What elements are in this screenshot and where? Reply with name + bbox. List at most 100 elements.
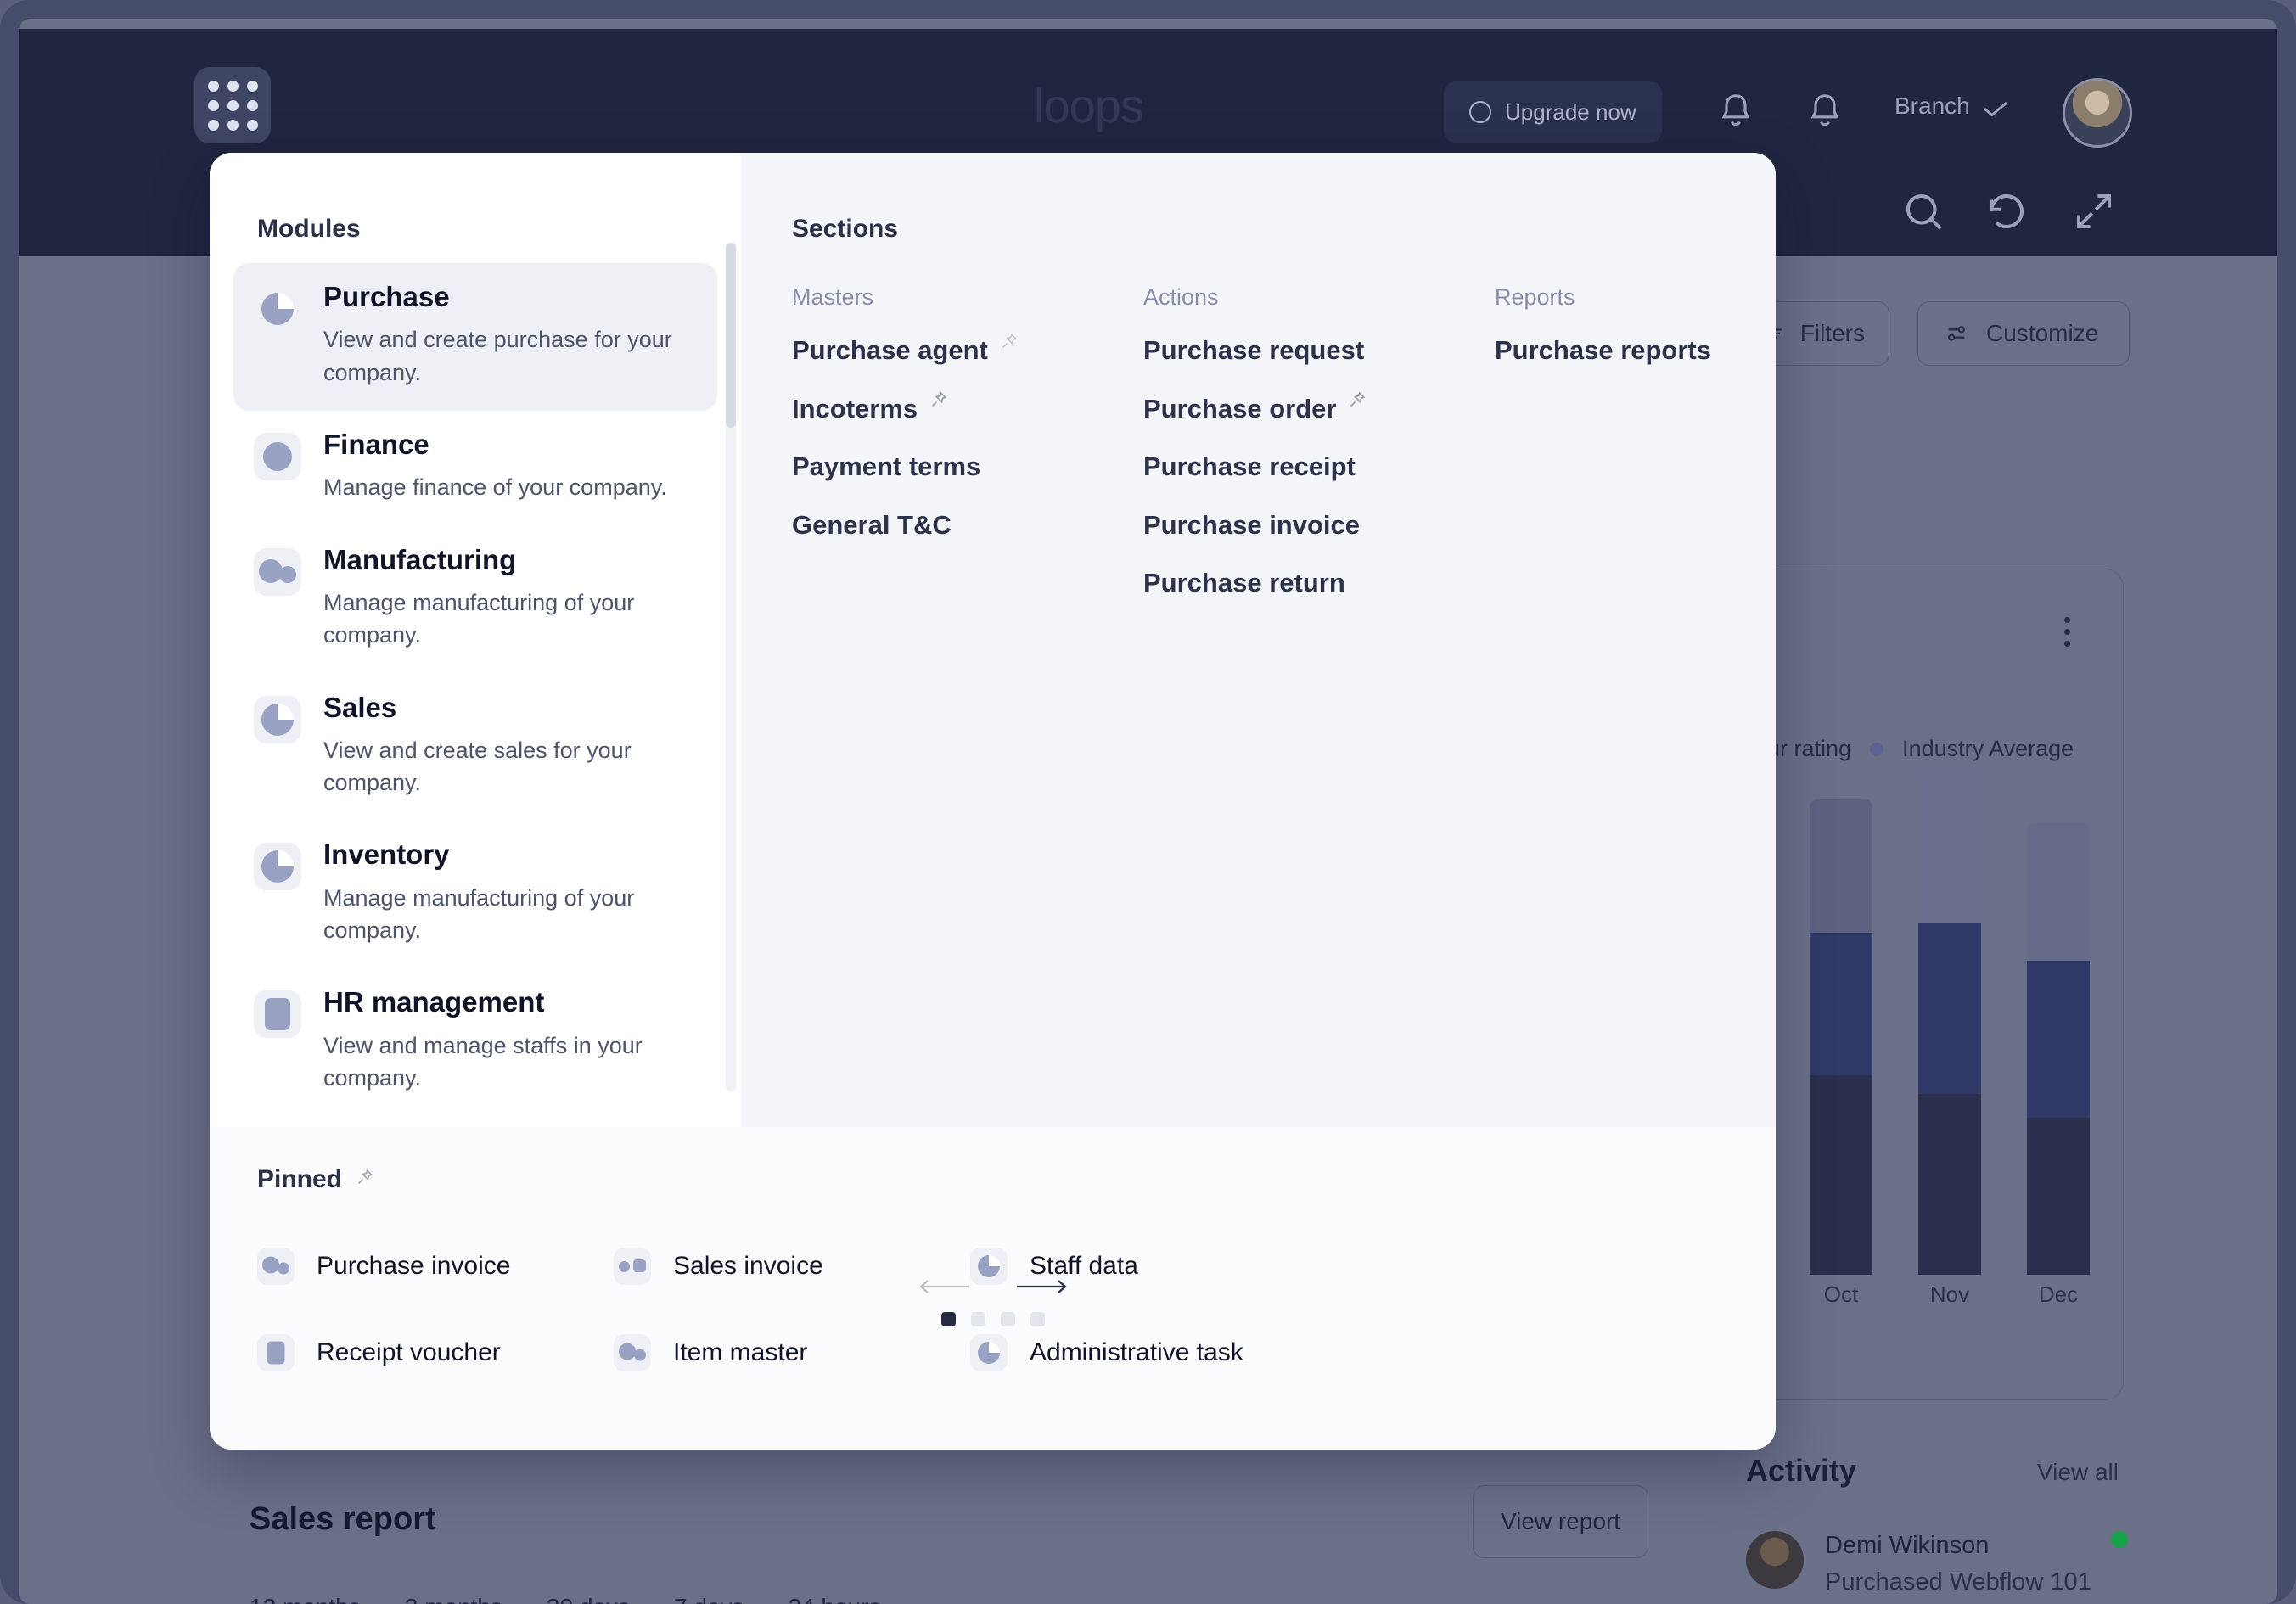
bar-column — [2027, 823, 2090, 1275]
app-screen: loops Upgrade now Branch Filters Customi… — [19, 19, 2277, 1604]
pager-arrows — [918, 1276, 1068, 1298]
module-item-sales[interactable]: Sales View and create sales for your comp… — [233, 674, 717, 822]
module-item-purchase[interactable]: Purchase View and create purchase for you… — [233, 263, 717, 411]
sales-report-title: Sales report — [250, 1501, 436, 1537]
expand-icon[interactable] — [2071, 188, 2117, 234]
arrow-left-icon[interactable] — [918, 1276, 971, 1298]
bar-label: Dec — [2038, 1282, 2079, 1307]
pinned-item-item-master[interactable]: Item master — [600, 1315, 957, 1390]
sections-column-masters: Masters Purchase agent Incoterms Payment te… — [792, 284, 1131, 569]
pie-icon — [970, 1334, 1008, 1371]
app-logo: loops — [1034, 79, 1144, 132]
module-name: Sales — [323, 691, 397, 723]
section-item-label: Purchase return — [1143, 568, 1345, 598]
customize-button[interactable]: Customize — [1917, 301, 2130, 366]
section-item-general-t-c[interactable]: General T&C — [792, 509, 1131, 540]
section-item-purchase-reports[interactable]: Purchase reports — [1495, 335, 1775, 365]
module-description: View and create purchase for your compan… — [323, 327, 672, 385]
range-tab-24-hours[interactable]: 24 hours — [789, 1594, 881, 1604]
pie-icon — [261, 293, 294, 325]
circle-icon — [263, 441, 292, 471]
circle-icon — [1469, 101, 1491, 123]
dotsquare-icon — [619, 1257, 646, 1276]
module-item-hr-management[interactable]: HR management View and manage staffs in y… — [233, 968, 717, 1116]
sections-title: Sections — [792, 215, 899, 243]
circle-icon — [254, 432, 301, 480]
pinned-item-purchase-invoice[interactable]: Purchase invoice — [244, 1229, 600, 1304]
modules-scrollbar[interactable] — [726, 243, 736, 1091]
bar-segment — [1810, 932, 1872, 1075]
section-item-purchase-order[interactable]: Purchase order — [1143, 391, 1483, 423]
pinned-item-label: Sales invoice — [673, 1252, 823, 1280]
pie-icon — [978, 1342, 1000, 1364]
pager-dot[interactable] — [1000, 1312, 1015, 1326]
pager-dot[interactable] — [1030, 1312, 1045, 1326]
pin-icon[interactable] — [1348, 390, 1367, 409]
module-item-finance[interactable]: Finance Manage finance of your company. — [233, 411, 717, 526]
pinned-item-label: Purchase invoice — [317, 1252, 511, 1280]
section-item-purchase-request[interactable]: Purchase request — [1143, 336, 1483, 365]
pie-icon — [254, 285, 301, 333]
section-item-payment-terms[interactable]: Payment terms — [792, 453, 1131, 481]
module-item-manufacturing[interactable]: Manufacturing Manage manufacturing of you… — [233, 526, 717, 674]
section-item-label: Purchase invoice — [1143, 509, 1361, 540]
module-item-inventory[interactable]: Inventory Manage manufacturing of your co… — [233, 821, 717, 968]
pin-icon[interactable] — [1000, 332, 1019, 351]
view-report-button[interactable]: View report — [1473, 1485, 1648, 1558]
clouds-icon — [259, 558, 296, 586]
grid-apps-icon[interactable] — [194, 67, 271, 143]
device-frame: loops Upgrade now Branch Filters Customi… — [0, 0, 2296, 1604]
dotsquare-icon — [614, 1248, 651, 1285]
sections-pane: Sections Masters Purchase agent Incoterms P… — [741, 153, 1776, 1127]
range-tab-30-days[interactable]: 30 days — [547, 1594, 630, 1604]
stacked-bar-chart — [1810, 766, 2090, 1275]
activity-title: Activity — [1746, 1453, 1857, 1488]
branch-dropdown[interactable]: Branch — [1895, 93, 2007, 120]
module-name: Purchase — [323, 281, 450, 312]
mega-menu-pager — [918, 1276, 1068, 1326]
activity-action-text: Purchased Webflow 101 — [1825, 1568, 2091, 1596]
section-item-incoterms[interactable]: Incoterms — [792, 391, 1131, 423]
pinned-item-administrative-task[interactable]: Administrative task — [957, 1315, 1313, 1390]
section-item-label: Purchase agent — [792, 335, 988, 365]
pin-icon[interactable] — [929, 390, 948, 409]
section-item-label: Purchase reports — [1495, 335, 1711, 365]
bar-segment — [1810, 799, 1872, 933]
module-name: HR management — [323, 986, 545, 1018]
module-description: Manage manufacturing of your company. — [323, 884, 635, 944]
square-icon — [265, 998, 290, 1031]
range-tab-12-months[interactable]: 12 months — [250, 1594, 361, 1604]
section-item-purchase-return[interactable]: Purchase return — [1143, 569, 1483, 597]
pinned-item-label: Receipt voucher — [317, 1338, 501, 1366]
more-vertical-icon[interactable] — [2064, 617, 2070, 647]
history-icon[interactable] — [1984, 188, 2029, 234]
pinned-label: Pinned — [257, 1165, 343, 1193]
section-item-purchase-invoice[interactable]: Purchase invoice — [1143, 509, 1483, 540]
section-item-purchase-receipt[interactable]: Purchase receipt — [1143, 453, 1483, 481]
section-item-label: Payment terms — [792, 451, 981, 482]
arrow-right-icon[interactable] — [1015, 1276, 1068, 1298]
pinned-item-sales-invoice[interactable]: Sales invoice — [600, 1229, 957, 1304]
range-tab-7-days[interactable]: 7 days — [674, 1594, 744, 1604]
section-item-purchase-agent[interactable]: Purchase agent — [792, 333, 1131, 365]
view-all-link[interactable]: View all — [2037, 1459, 2119, 1486]
pager-dot[interactable] — [970, 1312, 985, 1326]
activity-user-name: Demi Wikinson — [1825, 1532, 1990, 1559]
customize-label: Customize — [1986, 320, 2099, 346]
avatar[interactable] — [2063, 78, 2132, 148]
bell-icon[interactable] — [1806, 90, 1844, 134]
pinned-item-receipt-voucher[interactable]: Receipt voucher — [244, 1315, 600, 1390]
module-description: View and manage staffs in your company. — [323, 1032, 643, 1091]
search-icon[interactable] — [1900, 188, 1946, 234]
range-tabs: 12 months 3 months 30 days 7 days 24 hours — [250, 1594, 880, 1604]
bar-segment — [1918, 923, 1981, 1095]
sliders-icon — [1947, 326, 1966, 341]
modules-scrollbar-thumb[interactable] — [726, 243, 736, 428]
pager-dot[interactable] — [940, 1312, 956, 1326]
bell-icon[interactable] — [1717, 90, 1754, 134]
upgrade-now-button[interactable]: Upgrade now — [1444, 81, 1662, 143]
module-name: Inventory — [323, 838, 450, 871]
section-item-label: Incoterms — [792, 393, 918, 423]
section-item-label: General T&C — [792, 509, 952, 540]
range-tab-3-months[interactable]: 3 months — [405, 1594, 502, 1604]
